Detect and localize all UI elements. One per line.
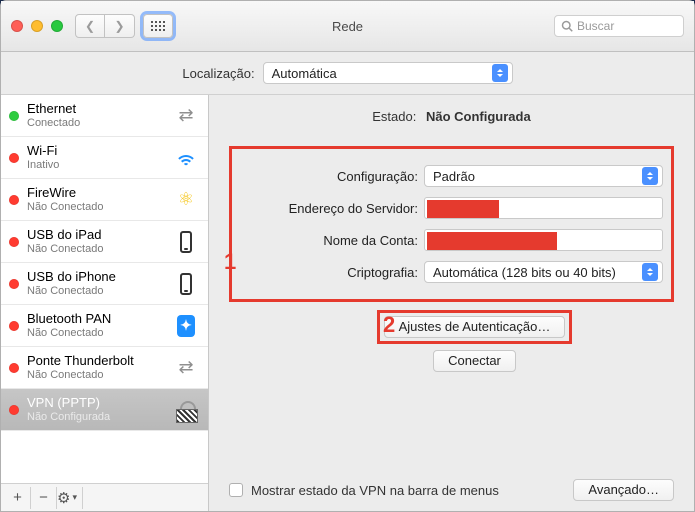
chevron-updown-icon	[642, 167, 658, 185]
forward-button[interactable]: ❯	[105, 14, 135, 38]
services-list: Ethernet Conectado ⇄ Wi-Fi Inativo	[1, 95, 208, 483]
service-status: Não Conectado	[27, 243, 164, 255]
iphone-icon	[172, 270, 200, 298]
advanced-button[interactable]: Avançado…	[573, 479, 674, 501]
window-toolbar: ❮ ❯ Rede Buscar	[1, 1, 694, 52]
nav-buttons: ❮ ❯	[75, 14, 135, 38]
connect-row: Conectar	[275, 350, 674, 372]
state-row: Estado: Não Configurada	[229, 109, 674, 124]
service-status: Não Configurada	[27, 411, 164, 423]
service-name: Ponte Thunderbolt	[27, 354, 164, 368]
configuration-select[interactable]: Padrão	[424, 165, 663, 187]
chevron-updown-icon	[642, 263, 658, 281]
body: Ethernet Conectado ⇄ Wi-Fi Inativo	[1, 94, 694, 511]
authentication-settings-button[interactable]: Ajustes de Autenticação…	[384, 316, 566, 338]
server-address-label: Endereço do Servidor:	[240, 201, 418, 216]
service-name: VPN (PPTP)	[27, 396, 164, 410]
annotation-box-1: 1 Configuração: Padrão Endereço do Servi…	[229, 146, 674, 302]
status-dot-icon	[9, 195, 19, 205]
sidebar-item-usb-iphone[interactable]: USB do iPhone Não Conectado	[1, 263, 208, 305]
state-label: Estado:	[372, 109, 416, 124]
service-status: Não Conectado	[27, 369, 164, 381]
sidebar-footer: + − ⚙ ▾	[1, 483, 208, 511]
sidebar-item-thunderbolt-bridge[interactable]: Ponte Thunderbolt Não Conectado ⇄	[1, 347, 208, 389]
service-name: FireWire	[27, 186, 164, 200]
sidebar-item-usb-ipad[interactable]: USB do iPad Não Conectado	[1, 221, 208, 263]
show-vpn-menubar-label: Mostrar estado da VPN na barra de menus	[251, 483, 499, 498]
state-value: Não Configurada	[426, 109, 531, 124]
sidebar-item-wifi[interactable]: Wi-Fi Inativo	[1, 137, 208, 179]
ipad-icon	[172, 228, 200, 256]
location-row: Localização: Automática	[1, 52, 694, 94]
show-vpn-menubar-checkbox[interactable]	[229, 483, 243, 497]
add-service-button[interactable]: +	[5, 487, 31, 509]
back-button[interactable]: ❮	[75, 14, 105, 38]
close-window-button[interactable]	[11, 20, 23, 32]
location-value: Automática	[272, 66, 337, 81]
server-address-field[interactable]	[424, 197, 663, 219]
encryption-label: Criptografia:	[240, 265, 418, 280]
minimize-window-button[interactable]	[31, 20, 43, 32]
thunderbolt-icon: ⇄	[172, 354, 200, 382]
chevron-down-icon: ▾	[72, 492, 77, 503]
location-label: Localização:	[182, 66, 254, 81]
status-dot-icon	[9, 279, 19, 289]
location-select[interactable]: Automática	[263, 62, 513, 84]
search-icon	[561, 20, 573, 32]
service-status: Conectado	[27, 117, 164, 129]
status-dot-icon	[9, 405, 19, 415]
content-footer: Mostrar estado da VPN na barra de menus …	[229, 467, 674, 501]
detail-pane: Estado: Não Configurada 1 Configuração: …	[209, 95, 694, 511]
sidebar-item-ethernet[interactable]: Ethernet Conectado ⇄	[1, 95, 208, 137]
gear-icon: ⚙	[57, 489, 70, 507]
bluetooth-icon: ✦	[172, 312, 200, 340]
configuration-value: Padrão	[433, 169, 475, 184]
service-name: USB do iPad	[27, 228, 164, 242]
sidebar-item-firewire[interactable]: FireWire Não Conectado ⚛	[1, 179, 208, 221]
chevron-updown-icon	[492, 64, 508, 82]
auth-row: 2 Ajustes de Autenticação…	[229, 310, 674, 344]
service-actions-menu[interactable]: ⚙ ▾	[57, 487, 83, 509]
wifi-icon	[172, 144, 200, 172]
service-status: Não Conectado	[27, 201, 164, 213]
encryption-value: Automática (128 bits ou 40 bits)	[433, 265, 616, 280]
search-placeholder: Buscar	[577, 19, 614, 33]
service-name: Ethernet	[27, 102, 164, 116]
status-dot-icon	[9, 363, 19, 373]
service-name: USB do iPhone	[27, 270, 164, 284]
service-status: Não Conectado	[27, 285, 164, 297]
annotation-marker-2: 2	[383, 312, 395, 338]
configuration-label: Configuração:	[240, 169, 418, 184]
annotation-marker-1: 1	[224, 249, 236, 275]
ethernet-icon: ⇄	[172, 102, 200, 130]
services-sidebar: Ethernet Conectado ⇄ Wi-Fi Inativo	[1, 95, 209, 511]
service-status: Inativo	[27, 159, 164, 171]
sidebar-item-vpn[interactable]: VPN (PPTP) Não Configurada	[1, 389, 208, 431]
service-name: Wi-Fi	[27, 144, 164, 158]
remove-service-button[interactable]: −	[31, 487, 57, 509]
status-dot-icon	[9, 321, 19, 331]
firewire-icon: ⚛	[172, 186, 200, 214]
status-dot-icon	[9, 111, 19, 121]
show-all-prefs-button[interactable]	[143, 14, 173, 38]
service-name: Bluetooth PAN	[27, 312, 164, 326]
annotation-box-2: Ajustes de Autenticação…	[377, 310, 573, 344]
network-preferences-window: ❮ ❯ Rede Buscar Localização: Automática	[0, 0, 695, 512]
status-dot-icon	[9, 153, 19, 163]
account-name-label: Nome da Conta:	[240, 233, 418, 248]
vpn-lock-icon	[172, 396, 200, 424]
account-name-field[interactable]	[424, 229, 663, 251]
grid-icon	[151, 21, 165, 31]
search-field[interactable]: Buscar	[554, 15, 684, 37]
sidebar-item-bluetooth[interactable]: Bluetooth PAN Não Conectado ✦	[1, 305, 208, 347]
connect-button[interactable]: Conectar	[433, 350, 516, 372]
status-dot-icon	[9, 237, 19, 247]
service-status: Não Conectado	[27, 327, 164, 339]
zoom-window-button[interactable]	[51, 20, 63, 32]
encryption-select[interactable]: Automática (128 bits ou 40 bits)	[424, 261, 663, 283]
window-controls	[11, 20, 63, 32]
